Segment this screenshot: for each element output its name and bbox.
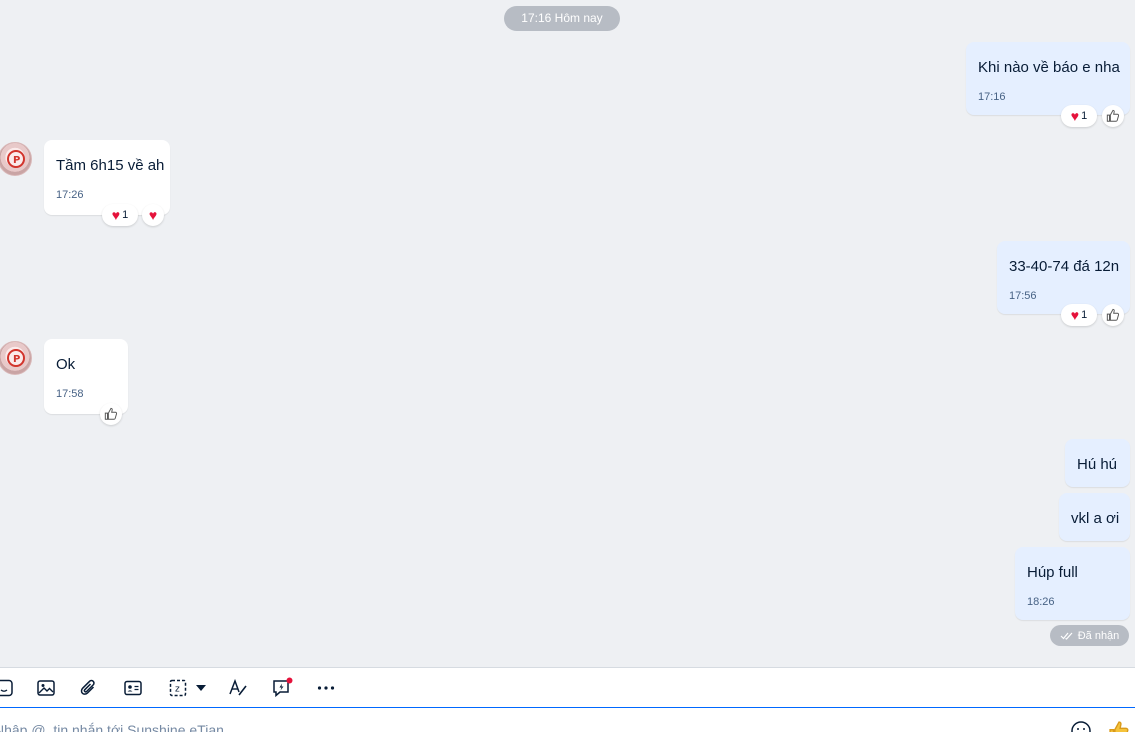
thumbs-up-icon xyxy=(1106,109,1120,122)
message-time: 17:26 xyxy=(56,189,84,201)
message-bubble-own[interactable]: Húp full 18:26 xyxy=(1015,547,1130,620)
message-composer xyxy=(0,707,1135,732)
reaction-count: 1 xyxy=(1081,110,1088,122)
message-text: Tầm 6h15 về ah xyxy=(56,157,165,174)
message-time: 17:16 xyxy=(978,91,1006,103)
quick-like-button[interactable] xyxy=(1108,720,1130,732)
delivery-status-badge: Đã nhận xyxy=(1050,625,1129,646)
message-text: Húp full xyxy=(1027,564,1078,581)
message-bubble-own[interactable]: Khi nào về báo e nha 17:16 xyxy=(966,42,1130,115)
reaction-count: 1 xyxy=(122,209,129,221)
message-bubble-other[interactable]: Ok 17:58 xyxy=(44,339,128,414)
heart-reaction-count[interactable]: ♥ 1 xyxy=(102,204,138,226)
contact-card-button[interactable] xyxy=(121,676,145,700)
message-bubble-own[interactable]: vkl a ơi xyxy=(1059,493,1130,541)
double-check-icon xyxy=(1060,632,1073,640)
message-time: 17:56 xyxy=(1009,290,1037,302)
quick-message-icon xyxy=(273,677,293,698)
quick-message-button[interactable] xyxy=(270,676,294,700)
message-time: 17:58 xyxy=(56,388,84,400)
sticker-icon xyxy=(0,679,13,697)
message-text: Hú hú xyxy=(1077,456,1118,473)
message-text: 33-40-74 đá 12n xyxy=(1009,258,1120,275)
message-bubble-own[interactable]: Hú hú xyxy=(1065,439,1130,487)
heart-reaction-count[interactable]: ♥ 1 xyxy=(1061,304,1097,326)
svg-text:P: P xyxy=(13,354,20,365)
contact-card-icon xyxy=(124,680,142,696)
svg-text:z: z xyxy=(175,685,180,695)
emoji-icon xyxy=(1071,721,1091,732)
screenshot-button[interactable]: z xyxy=(166,676,190,700)
thumbs-up-icon xyxy=(1109,721,1129,732)
like-reaction-button[interactable] xyxy=(1102,105,1124,127)
svg-text:P: P xyxy=(13,155,20,166)
image-button[interactable] xyxy=(34,676,58,700)
attach-file-button[interactable] xyxy=(77,676,101,700)
emoji-button[interactable] xyxy=(1070,720,1092,732)
dropdown-icon xyxy=(196,685,206,691)
more-icon xyxy=(317,686,335,690)
heart-icon: ♥ xyxy=(1070,307,1080,323)
screenshot-icon: z xyxy=(169,679,187,697)
date-separator: 17:16 Hôm nay xyxy=(504,6,620,31)
message-time: 18:26 xyxy=(1027,596,1055,608)
screenshot-options-dropdown[interactable] xyxy=(190,676,212,700)
sticker-button[interactable] xyxy=(0,676,16,700)
format-text-button[interactable] xyxy=(226,676,250,700)
like-reaction-button[interactable] xyxy=(100,403,122,425)
thumbs-up-icon xyxy=(104,407,118,420)
contact-avatar[interactable]: P xyxy=(0,341,32,375)
thumbs-up-icon xyxy=(1106,308,1120,321)
message-bubble-own[interactable]: 33-40-74 đá 12n 17:56 xyxy=(997,241,1130,314)
message-input[interactable] xyxy=(0,720,994,732)
image-icon xyxy=(37,680,55,696)
heart-icon: ♥ xyxy=(1070,108,1080,124)
heart-reaction-count[interactable]: ♥ 1 xyxy=(1061,105,1097,127)
chat-messages-area[interactable]: 17:16 Hôm nay Khi nào về báo e nha 17:16… xyxy=(0,0,1135,667)
message-text: Khi nào về báo e nha xyxy=(978,59,1120,76)
like-reaction-button[interactable] xyxy=(1102,304,1124,326)
composer-toolbar: z xyxy=(0,667,1135,707)
message-text: vkl a ơi xyxy=(1071,510,1120,527)
more-options-button[interactable] xyxy=(314,676,338,700)
heart-reaction-button[interactable]: ♥ xyxy=(142,204,164,226)
heart-icon: ♥ xyxy=(148,207,158,223)
reaction-count: 1 xyxy=(1081,309,1088,321)
format-text-icon xyxy=(229,678,247,696)
status-text: Đã nhận xyxy=(1077,629,1120,642)
attachment-icon xyxy=(80,679,95,695)
contact-avatar[interactable]: P xyxy=(0,142,32,176)
heart-icon: ♥ xyxy=(111,207,121,223)
message-text: Ok xyxy=(56,356,76,373)
